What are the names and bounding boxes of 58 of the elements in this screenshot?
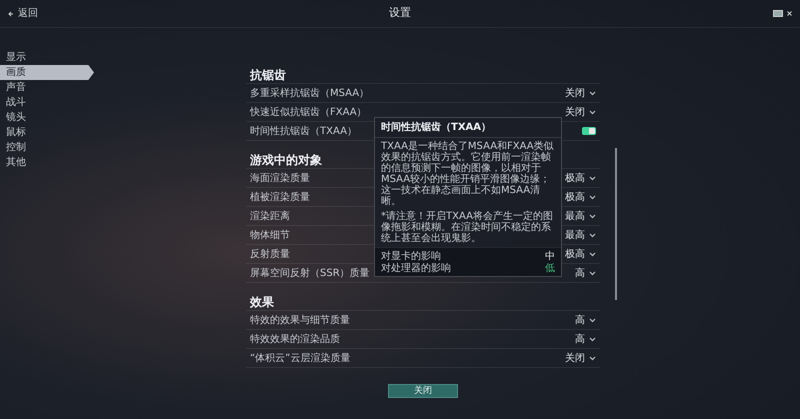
- tooltip-text: *请注意！开启TXAA将会产生一定的图像拖影和模糊。在渲染时间不稳定的系统上甚至会出现鬼影。: [381, 211, 554, 244]
- setting-label: 多重采样抗锯齿（MSAA）: [250, 86, 370, 100]
- impact-label: 对显卡的影响: [381, 250, 441, 262]
- setting-label: 反射质量: [250, 248, 290, 262]
- sidebar-item[interactable]: 画质: [0, 65, 94, 80]
- setting-dropdown[interactable]: 关闭: [565, 86, 596, 100]
- setting-dropdown[interactable]: 极高: [565, 246, 596, 262]
- setting-dropdown[interactable]: 最高: [565, 208, 596, 224]
- setting-dropdown[interactable]: 关闭: [565, 350, 596, 366]
- chevron-down-icon: [589, 336, 596, 342]
- setting-label: 特效的效果与细节质量: [250, 314, 350, 328]
- impact-label: 对处理器的影响: [381, 262, 451, 276]
- setting-dropdown[interactable]: 极高: [565, 190, 596, 204]
- chevron-down-icon: [589, 232, 596, 238]
- arrow-left-icon: [8, 10, 14, 16]
- sidebar-item[interactable]: 显示: [0, 50, 94, 65]
- chevron-down-icon: [589, 194, 596, 200]
- setting-label: 渲染距离: [250, 210, 290, 224]
- chevron-down-icon: [589, 110, 596, 114]
- setting-dropdown[interactable]: 关闭: [565, 104, 596, 120]
- chevron-down-icon: [589, 252, 596, 256]
- back-button[interactable]: 返回: [8, 6, 38, 21]
- toggle-switch[interactable]: [582, 127, 596, 135]
- setting-dropdown[interactable]: 最高: [565, 228, 596, 242]
- setting-label: 特效效果的渲染品质: [250, 332, 340, 346]
- close-button[interactable]: 关闭: [388, 384, 458, 398]
- keyboard-key-icon: [773, 10, 783, 17]
- chevron-down-icon: [589, 90, 596, 96]
- setting-label: “体积云”云层渲染质量: [250, 352, 350, 366]
- sidebar-item[interactable]: 战斗: [0, 95, 94, 110]
- sidebar-item[interactable]: 鼠标: [0, 125, 94, 140]
- tooltip-title: 时间性抗锯齿（TXAA）: [375, 118, 561, 138]
- page-title: 设置: [389, 5, 411, 22]
- sidebar-item[interactable]: 控制: [0, 140, 94, 155]
- sidebar-item[interactable]: 声音: [0, 80, 94, 95]
- section-heading: 抗锯齿: [246, 66, 600, 84]
- chevron-down-icon: [589, 270, 596, 276]
- setting-dropdown[interactable]: 高: [575, 332, 596, 346]
- setting-label: 时间性抗锯齿（TXAA）: [250, 124, 357, 138]
- setting-label: 植被渲染质量: [250, 190, 310, 204]
- sidebar-item[interactable]: 其他: [0, 155, 94, 170]
- chevron-down-icon: [589, 214, 596, 218]
- setting-dropdown[interactable]: 高: [575, 266, 596, 280]
- section-heading: 效果: [246, 293, 600, 311]
- chevron-down-icon: [589, 356, 596, 360]
- scrollbar[interactable]: [615, 148, 617, 300]
- setting-dropdown[interactable]: 极高: [565, 170, 596, 186]
- setting-label: 快速近似抗锯齿（FXAA）: [250, 106, 367, 120]
- setting-label: 屏幕空间反射（SSR）质量: [250, 266, 370, 280]
- impact-value: 低: [545, 262, 555, 276]
- setting-label: 海面渲染质量: [250, 172, 310, 186]
- impact-value: 中: [545, 250, 555, 263]
- chevron-down-icon: [589, 176, 596, 180]
- close-icon: [787, 11, 792, 16]
- setting-label: 物体细节: [250, 228, 290, 242]
- sidebar-item[interactable]: 镜头: [0, 110, 94, 125]
- setting-dropdown[interactable]: 高: [575, 312, 596, 328]
- chevron-down-icon: [589, 318, 596, 322]
